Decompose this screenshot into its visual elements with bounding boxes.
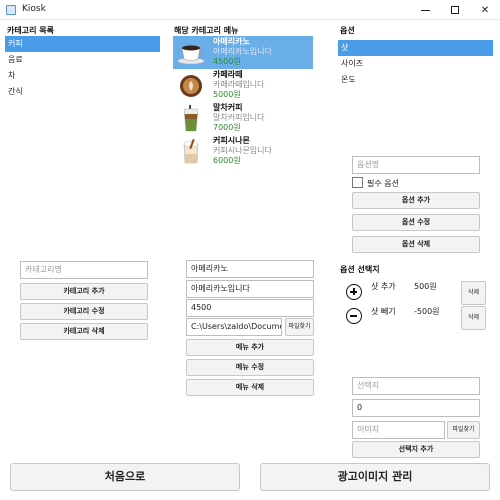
category-name-input[interactable]: 카테고리명 — [20, 261, 148, 279]
menu-list[interactable]: 아메리카노 아메리카노입니다 4500원 카페라떼 카페라떼입니다 5000원 — [173, 36, 313, 170]
menu-item-desc: 커피시나몬입니다 — [213, 146, 272, 155]
choice-image-input[interactable]: 이미지 — [352, 421, 445, 439]
menu-desc-input[interactable]: 아메리카노입니다 — [186, 280, 314, 298]
menu-edit-button[interactable]: 메뉴 수정 — [186, 359, 314, 376]
category-item-snack[interactable]: 간식 — [5, 84, 160, 100]
option-name-input[interactable]: 옵션명 — [352, 156, 480, 174]
menu-item[interactable]: 커피시나몬 커피시나몬입니다 6000원 — [173, 135, 313, 168]
category-header: 카테고리 목록 — [7, 26, 54, 35]
menu-add-button[interactable]: 메뉴 추가 — [186, 339, 314, 356]
menu-delete-button[interactable]: 메뉴 삭제 — [186, 379, 314, 396]
choice-delete-button[interactable]: 삭제 — [461, 281, 486, 305]
option-edit-button[interactable]: 옵션 수정 — [352, 214, 480, 231]
minimize-icon — [420, 9, 430, 11]
option-add-button[interactable]: 옵션 추가 — [352, 192, 480, 209]
cinnamon-icon — [176, 138, 206, 165]
plus-circle-icon — [346, 284, 362, 300]
option-header: 옵션 — [340, 26, 355, 35]
choice-name-input[interactable]: 선택지 — [352, 377, 480, 395]
choice-price: 500원 — [414, 282, 437, 291]
menu-header: 해당 카테고리 메뉴 — [174, 26, 239, 35]
menu-image-path-input[interactable]: C:\Users\zaldo\Document — [186, 318, 282, 336]
option-item-size[interactable]: 사이즈 — [338, 56, 493, 72]
menu-item[interactable]: 카페라떼 카페라떼입니다 5000원 — [173, 69, 313, 102]
latte-icon — [176, 72, 206, 99]
americano-icon — [176, 39, 206, 66]
menu-item-text: 커피시나몬 커피시나몬입니다 6000원 — [213, 136, 272, 166]
category-item-drink[interactable]: 음료 — [5, 52, 160, 68]
home-button[interactable]: 처음으로 — [10, 463, 240, 491]
window-title: Kiosk — [22, 4, 46, 14]
category-delete-button[interactable]: 카테고리 삭제 — [20, 323, 148, 340]
option-item-temperature[interactable]: 온도 — [338, 72, 493, 88]
menu-item-price: 6000원 — [213, 156, 241, 165]
choice-label: 샷 추가 — [371, 282, 396, 291]
menu-item-name: 카페라떼 — [213, 70, 243, 79]
title-bar: Kiosk ✕ — [0, 0, 500, 20]
matcha-icon — [176, 105, 206, 132]
menu-find-file-button[interactable]: 파일찾기 — [285, 318, 314, 336]
menu-item-name: 말차커피 — [213, 103, 243, 112]
option-item-shot[interactable]: 샷 — [338, 40, 493, 56]
menu-item-price: 5000원 — [213, 90, 241, 99]
category-add-button[interactable]: 카테고리 추가 — [20, 283, 148, 300]
close-icon: ✕ — [480, 4, 490, 16]
choice-header: 옵션 선택지 — [340, 265, 380, 274]
app-icon — [6, 5, 16, 15]
menu-item[interactable]: 말차커피 말차커피입니다 7000원 — [173, 102, 313, 135]
minus-circle-icon — [346, 308, 362, 324]
menu-name-input[interactable]: 아메리카노 — [186, 260, 314, 278]
menu-item-desc: 아메리카노입니다 — [213, 47, 272, 56]
maximize-icon — [451, 6, 459, 14]
required-option-label: 필수 옵션 — [367, 179, 399, 188]
option-delete-button[interactable]: 옵션 삭제 — [352, 236, 480, 253]
choice-delete-button[interactable]: 삭제 — [461, 306, 486, 330]
menu-item-text: 말차커피 말차커피입니다 7000원 — [213, 103, 265, 133]
ad-image-manage-button[interactable]: 광고이미지 관리 — [260, 463, 490, 491]
category-edit-button[interactable]: 카테고리 수정 — [20, 303, 148, 320]
category-item-coffee[interactable]: 커피 — [5, 36, 160, 52]
menu-item-price: 7000원 — [213, 123, 241, 132]
category-list[interactable]: 커피 음료 차 간식 — [5, 36, 160, 100]
choice-find-file-button[interactable]: 파일찾기 — [447, 421, 480, 439]
choice-add-button[interactable]: 선택지 추가 — [352, 441, 480, 458]
choice-price-input[interactable]: 0 — [352, 399, 480, 417]
menu-item-name: 아메리카노 — [213, 37, 250, 46]
menu-item-text: 카페라떼 카페라떼입니다 5000원 — [213, 70, 265, 100]
menu-item-text: 아메리카노 아메리카노입니다 4500원 — [213, 37, 272, 67]
close-button[interactable]: ✕ — [470, 0, 500, 20]
minimize-button[interactable] — [410, 0, 440, 20]
required-option-checkbox[interactable] — [352, 177, 363, 188]
menu-price-input[interactable]: 4500 — [186, 299, 314, 317]
menu-item[interactable]: 아메리카노 아메리카노입니다 4500원 — [173, 36, 313, 69]
menu-item-desc: 카페라떼입니다 — [213, 80, 265, 89]
option-list[interactable]: 샷 사이즈 온도 — [338, 40, 493, 88]
menu-item-price: 4500원 — [213, 57, 241, 66]
choice-price: -500원 — [414, 307, 440, 316]
maximize-button[interactable] — [440, 0, 470, 20]
menu-item-desc: 말차커피입니다 — [213, 113, 265, 122]
choice-label: 샷 빼기 — [371, 307, 396, 316]
category-item-tea[interactable]: 차 — [5, 68, 160, 84]
menu-item-name: 커피시나몬 — [213, 136, 250, 145]
